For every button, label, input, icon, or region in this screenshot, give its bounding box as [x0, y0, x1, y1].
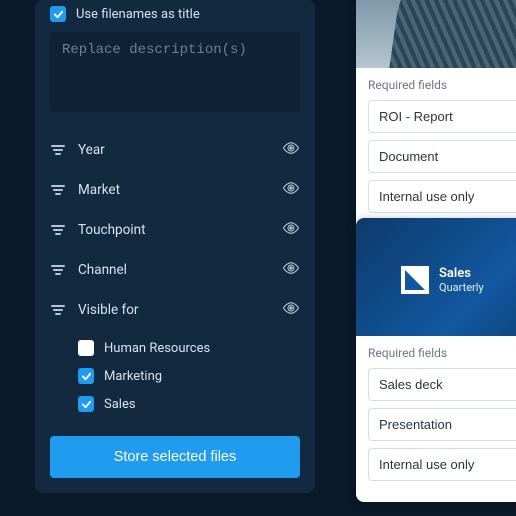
description-textarea[interactable]	[50, 32, 300, 112]
visible-for-options: Human Resources Marketing Sales	[50, 330, 300, 428]
building-image	[385, 0, 516, 68]
option-checkbox[interactable]	[78, 368, 94, 384]
card-body: Required fields	[356, 336, 516, 502]
field-access[interactable]	[368, 180, 516, 213]
filter-touchpoint[interactable]: Touchpoint	[50, 210, 300, 250]
eye-icon[interactable]	[282, 299, 300, 321]
sales-title: Sales	[439, 266, 484, 281]
field-title[interactable]	[368, 368, 516, 401]
field-access[interactable]	[368, 448, 516, 481]
option-label: Sales	[104, 397, 136, 412]
eye-icon[interactable]	[282, 259, 300, 281]
file-card: Sales Quarterly K Required fields	[356, 218, 516, 502]
use-filenames-row: Use filenames as title	[50, 0, 300, 32]
required-fields-label: Required fields	[368, 78, 516, 92]
filter-icon	[50, 265, 66, 275]
card-thumbnail: Sales Quarterly K	[356, 218, 516, 336]
option-label: Marketing	[104, 369, 162, 384]
filter-year[interactable]: Year	[50, 130, 300, 170]
field-type[interactable]	[368, 408, 516, 441]
sales-badge: Sales Quarterly	[401, 266, 484, 294]
option-label: Human Resources	[104, 341, 210, 356]
option-checkbox[interactable]	[78, 396, 94, 412]
metadata-panel: Use filenames as title Year Market Touch…	[35, 0, 315, 493]
sales-logo-icon	[401, 266, 429, 294]
use-filenames-checkbox[interactable]	[50, 6, 66, 22]
card-body: Required fields	[356, 68, 516, 234]
file-card: J Required fields	[356, 0, 516, 234]
filter-label: Market	[78, 182, 270, 198]
filter-icon	[50, 145, 66, 155]
sales-subtitle: Quarterly	[439, 281, 484, 294]
field-title[interactable]	[368, 100, 516, 133]
option-checkbox[interactable]	[78, 340, 94, 356]
filter-icon	[50, 225, 66, 235]
card-thumbnail: J	[356, 0, 516, 68]
filter-visible-for[interactable]: Visible for	[50, 290, 300, 330]
field-type[interactable]	[368, 140, 516, 173]
filter-label: Channel	[78, 262, 270, 278]
filter-label: Year	[78, 142, 270, 158]
filter-label: Touchpoint	[78, 222, 270, 238]
use-filenames-label: Use filenames as title	[76, 7, 200, 22]
option-human-resources: Human Resources	[78, 334, 300, 362]
option-sales: Sales	[78, 390, 300, 418]
eye-icon[interactable]	[282, 139, 300, 161]
filter-icon	[50, 185, 66, 195]
check-icon	[81, 371, 92, 382]
eye-icon[interactable]	[282, 219, 300, 241]
check-icon	[53, 9, 64, 20]
check-icon	[81, 399, 92, 410]
required-fields-label: Required fields	[368, 346, 516, 360]
filter-channel[interactable]: Channel	[50, 250, 300, 290]
option-marketing: Marketing	[78, 362, 300, 390]
store-button[interactable]: Store selected files	[50, 436, 300, 478]
filter-icon	[50, 305, 66, 315]
eye-icon[interactable]	[282, 179, 300, 201]
filter-market[interactable]: Market	[50, 170, 300, 210]
filter-label: Visible for	[78, 302, 270, 318]
